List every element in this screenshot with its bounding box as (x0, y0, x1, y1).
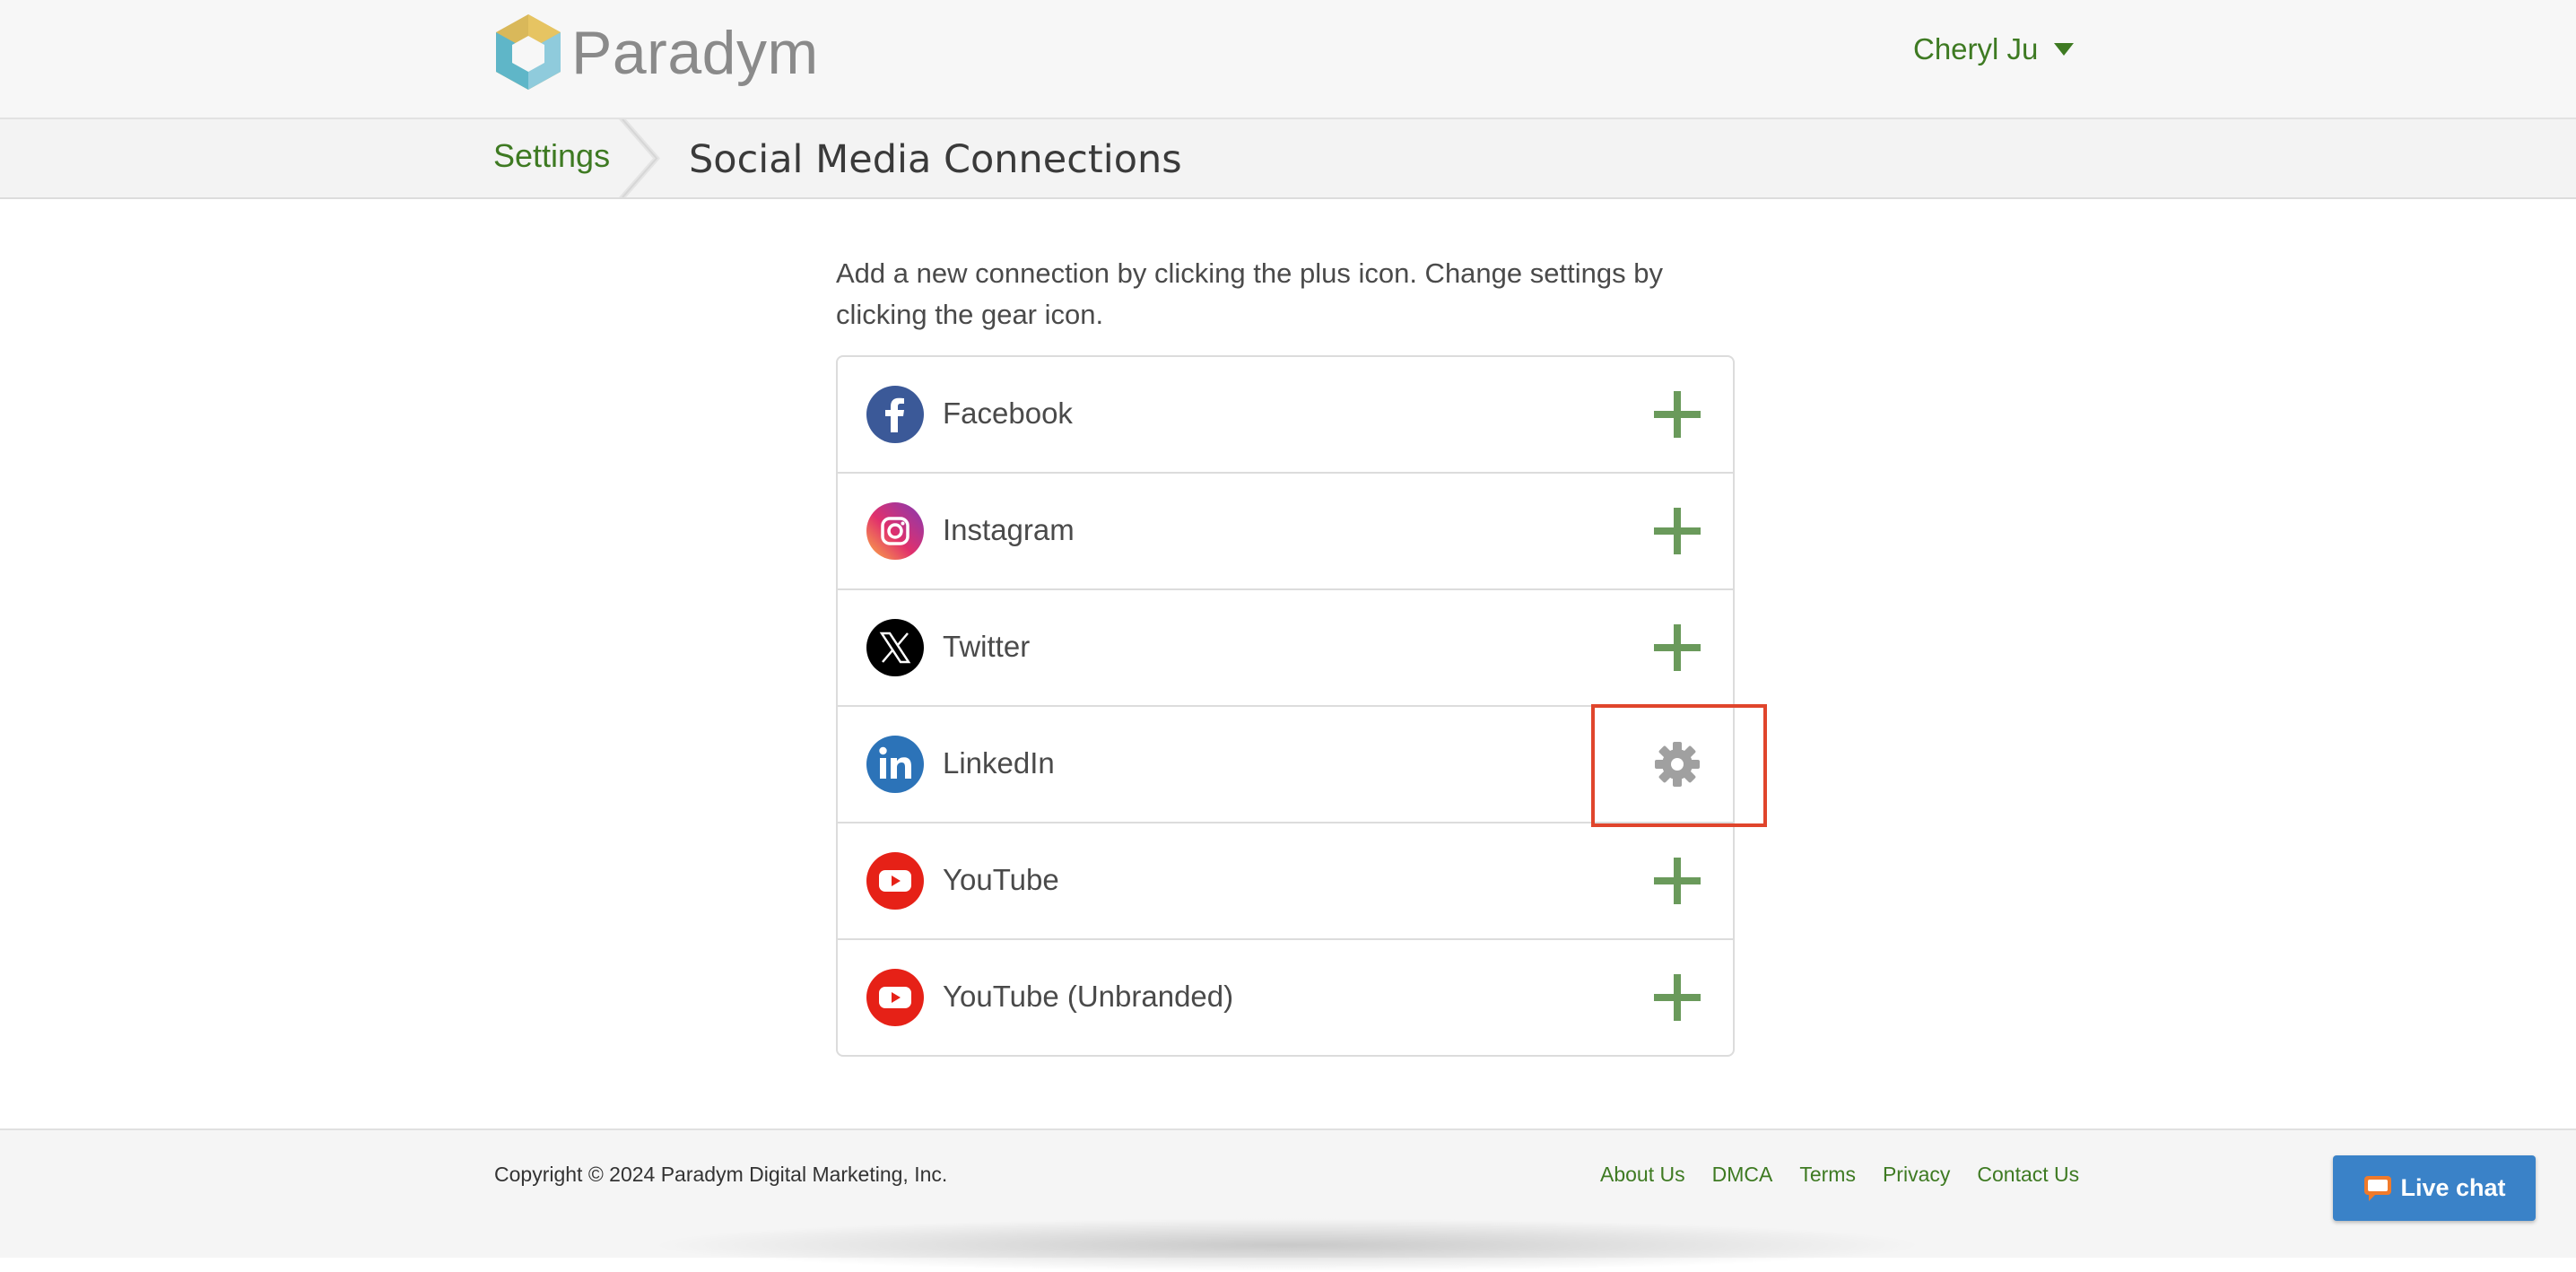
instagram-icon (866, 502, 924, 560)
connection-row-instagram: Instagram (838, 474, 1733, 590)
connection-row-youtube-unbranded: YouTube (Unbranded) (838, 940, 1733, 1055)
live-chat-button[interactable]: Live chat (2333, 1155, 2536, 1221)
connection-label: LinkedIn (943, 746, 1055, 780)
connection-row-youtube: YouTube (838, 823, 1733, 940)
add-facebook-button[interactable] (1647, 384, 1708, 445)
plus-icon (1654, 624, 1701, 671)
paradym-logo[interactable]: Paradym (492, 13, 819, 93)
footer-link-dmca[interactable]: DMCA (1712, 1163, 1773, 1187)
footer-link-contact-us[interactable]: Contact Us (1977, 1163, 2079, 1187)
page-title: Social Media Connections (689, 137, 1182, 182)
breadcrumb: Settings Social Media Connections (0, 119, 2576, 199)
chevron-down-icon (2054, 43, 2075, 56)
chat-bubble-icon (2364, 1175, 2392, 1201)
connection-label: YouTube (943, 863, 1059, 896)
footer-link-terms[interactable]: Terms (1799, 1163, 1856, 1187)
bottom-shadow (646, 1218, 1928, 1272)
plus-icon (1654, 508, 1701, 554)
plus-icon (1654, 858, 1701, 904)
connection-label: YouTube (Unbranded) (943, 980, 1234, 1013)
breadcrumb-settings-link[interactable]: Settings (493, 137, 610, 175)
add-youtube-button[interactable] (1647, 850, 1708, 911)
connection-label: Twitter (943, 630, 1031, 663)
logo-text: Paradym (571, 19, 819, 87)
highlight-box (1591, 704, 1767, 827)
youtube-icon (866, 852, 924, 910)
connection-label: Facebook (943, 396, 1073, 430)
user-name: Cheryl Ju (1913, 32, 2039, 65)
connection-label: Instagram (943, 513, 1075, 546)
plus-icon (1654, 974, 1701, 1021)
youtube-icon (866, 969, 924, 1026)
user-menu[interactable]: Cheryl Ju (1913, 32, 2075, 66)
add-twitter-button[interactable] (1647, 617, 1708, 678)
paradym-logo-icon (496, 14, 561, 90)
twitter-x-icon (866, 619, 924, 676)
connection-row-facebook: Facebook (838, 357, 1733, 474)
intro-text: Add a new connection by clicking the plu… (836, 257, 1663, 330)
live-chat-label: Live chat (2400, 1174, 2506, 1201)
connection-row-twitter: Twitter (838, 590, 1733, 707)
linkedin-icon (866, 736, 924, 793)
footer-links: About Us DMCA Terms Privacy Contact Us (1600, 1163, 2079, 1187)
copyright-text: Copyright © 2024 Paradym Digital Marketi… (494, 1163, 948, 1186)
facebook-icon (866, 386, 924, 443)
breadcrumb-separator-icon (619, 119, 660, 197)
top-header: Paradym Cheryl Ju (0, 0, 2576, 119)
add-instagram-button[interactable] (1647, 501, 1708, 562)
plus-icon (1654, 391, 1701, 438)
footer-link-about-us[interactable]: About Us (1600, 1163, 1685, 1187)
footer-link-privacy[interactable]: Privacy (1883, 1163, 1950, 1187)
add-youtube-unbranded-button[interactable] (1647, 967, 1708, 1028)
